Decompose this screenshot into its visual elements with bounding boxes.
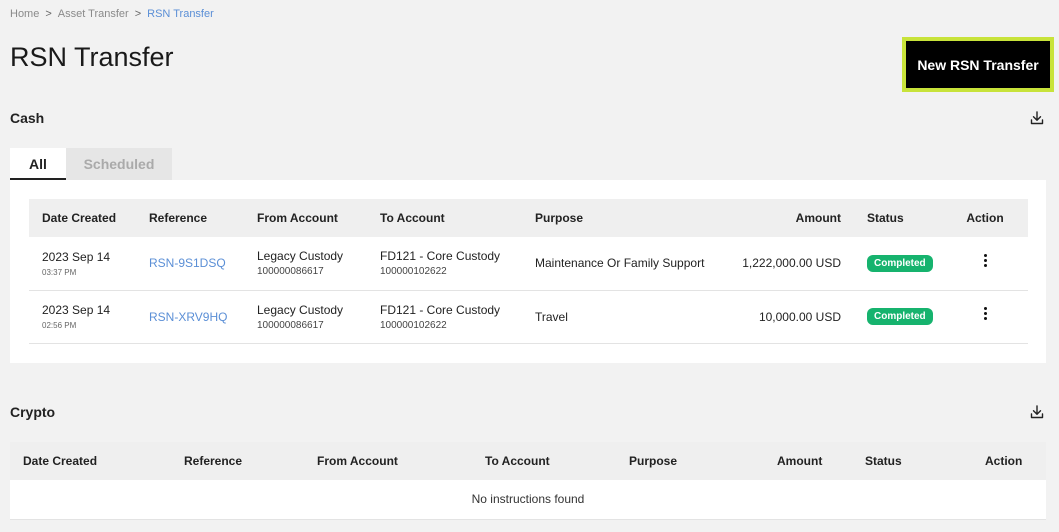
column-header: Purpose [629, 454, 678, 468]
date-created: 2023 Sep 14 [42, 249, 111, 264]
from-account-cell: Legacy Custody 100000086617 [244, 237, 367, 291]
column-header: Action [985, 454, 1023, 468]
status-cell: Completed [854, 290, 942, 344]
table-header-row: Date Created Reference From Account To A… [10, 442, 1046, 480]
to-account-name: FD121 - Core Custody [380, 302, 501, 317]
column-header: Purpose [535, 211, 584, 225]
date-cell: 2023 Sep 14 02:56 PM [29, 290, 136, 344]
table-row: 2023 Sep 14 03:37 PM RSN-9S1DSQ Legacy C… [29, 237, 1028, 291]
column-header: Amount [795, 211, 841, 225]
to-account-cell: FD121 - Core Custody 100000102622 [367, 237, 522, 291]
column-header: To Account [485, 454, 550, 468]
status-badge: Completed [867, 254, 933, 272]
crypto-section-title: Crypto [10, 404, 56, 420]
to-account-number: 100000102622 [380, 266, 447, 278]
cash-table: Date Created Reference From Account To A… [29, 199, 1028, 344]
tab-scheduled[interactable]: Scheduled [66, 148, 172, 180]
column-header: Date Created [42, 211, 117, 225]
column-header: Date Created [23, 454, 98, 468]
purpose-cell: Maintenance Or Family Support [522, 237, 722, 291]
column-header: Reference [184, 454, 243, 468]
table-row: 2023 Sep 14 02:56 PM RSN-XRV9HQ Legacy C… [29, 290, 1028, 344]
reference-cell: RSN-9S1DSQ [136, 237, 244, 291]
from-account-name: Legacy Custody [257, 249, 344, 264]
page-title: RSN Transfer [10, 42, 174, 72]
breadcrumb-asset-transfer[interactable]: Asset Transfer [58, 8, 129, 20]
action-cell [942, 290, 1028, 344]
more-options-icon[interactable] [977, 306, 993, 324]
reference-link[interactable]: RSN-XRV9HQ [149, 310, 227, 324]
table-header-row: Date Created Reference From Account To A… [29, 199, 1028, 237]
reference-cell: RSN-XRV9HQ [136, 290, 244, 344]
breadcrumb: Home > Asset Transfer > RSN Transfer [10, 8, 214, 20]
date-cell: 2023 Sep 14 03:37 PM [29, 237, 136, 291]
empty-row: No instructions found [10, 480, 1046, 520]
cash-tabs: All Scheduled [10, 148, 172, 180]
column-header: To Account [380, 211, 445, 225]
from-account-cell: Legacy Custody 100000086617 [244, 290, 367, 344]
column-header: Reference [149, 211, 208, 225]
breadcrumb-separator: > [45, 8, 52, 20]
breadcrumb-separator: > [134, 8, 142, 20]
empty-state-text: No instructions found [10, 480, 1046, 520]
amount-cell: 10,000.00 USD [722, 290, 854, 344]
crypto-table: Date Created Reference From Account To A… [10, 442, 1046, 520]
time-created: 03:37 PM [42, 267, 77, 277]
column-header: Amount [777, 454, 823, 468]
column-header: Status [867, 211, 904, 225]
cash-section-title: Cash [10, 110, 45, 126]
amount-cell: 1,222,000.00 USD [722, 237, 854, 291]
column-header: From Account [257, 211, 338, 225]
time-created: 02:56 PM [42, 321, 77, 330]
reference-link[interactable]: RSN-9S1DSQ [149, 256, 226, 270]
action-cell [942, 237, 1028, 291]
download-icon[interactable] [1029, 404, 1045, 420]
column-header: Status [865, 454, 902, 468]
new-rsn-transfer-highlight: New RSN Transfer [902, 37, 1054, 92]
status-cell: Completed [854, 237, 942, 291]
to-account-cell: FD121 - Core Custody 100000102622 [367, 290, 522, 344]
breadcrumb-home[interactable]: Home [10, 8, 39, 20]
to-account-number: 100000102622 [380, 319, 447, 331]
status-badge: Completed [867, 308, 933, 325]
column-header: From Account [317, 454, 398, 468]
from-account-number: 100000086617 [257, 266, 324, 278]
from-account-name: Legacy Custody [257, 302, 344, 317]
download-icon[interactable] [1029, 110, 1045, 126]
tab-all[interactable]: All [10, 148, 66, 180]
to-account-name: FD121 - Core Custody [380, 249, 501, 264]
more-options-icon[interactable] [977, 253, 993, 271]
date-created: 2023 Sep 14 [42, 303, 111, 317]
breadcrumb-current: RSN Transfer [147, 8, 214, 20]
purpose-cell: Travel [522, 290, 722, 344]
column-header: Action [966, 211, 1004, 225]
from-account-number: 100000086617 [257, 319, 324, 331]
new-rsn-transfer-button[interactable]: New RSN Transfer [906, 41, 1050, 88]
